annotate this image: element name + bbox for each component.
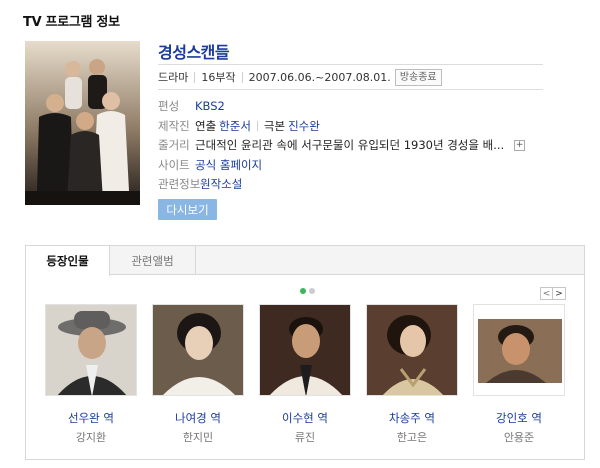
actor-photo-image	[260, 305, 350, 395]
cast-card[interactable]: 나여경 역 한지민	[152, 304, 244, 445]
plot-label: 줄거리	[158, 138, 190, 152]
carousel-dot[interactable]	[309, 288, 315, 294]
cast-photo[interactable]	[45, 304, 137, 396]
official-site-link[interactable]: 공식 홈페이지	[195, 157, 262, 173]
writer-link[interactable]: 진수완	[288, 118, 320, 134]
cast-role[interactable]: 강인호 역	[473, 410, 565, 426]
cast-actor[interactable]: 안용준	[473, 429, 565, 445]
cast-card[interactable]: 강인호 역 안용준	[473, 304, 565, 445]
next-arrow-icon[interactable]: >	[553, 287, 566, 300]
replay-button[interactable]: 다시보기	[158, 199, 217, 220]
network-link[interactable]: KBS2	[195, 99, 225, 113]
actress-photo-image	[367, 305, 457, 395]
related-label: 관련정보	[158, 177, 201, 191]
writer-label: 극본	[263, 118, 286, 133]
actress-photo-image	[153, 305, 243, 395]
divider	[256, 120, 258, 131]
program-poster[interactable]	[25, 41, 140, 205]
status-badge: 방송종료	[394, 68, 442, 86]
cast-photo[interactable]	[473, 304, 565, 396]
staff-label: 제작진	[158, 118, 190, 133]
divider	[194, 71, 196, 83]
expand-plus-icon[interactable]: +	[514, 139, 526, 151]
episode-count: 16부작	[201, 71, 236, 84]
cast-panel: 등장인물 관련앨범 < > 선우완 역 강지환 나여경 역 한지민 이수현 역 …	[25, 245, 585, 460]
related-novel-link[interactable]: 원작소설	[200, 176, 242, 192]
poster-image	[25, 41, 140, 205]
actor-photo-image	[46, 305, 136, 395]
divider	[241, 71, 243, 83]
cast-photo[interactable]	[152, 304, 244, 396]
cast-actor[interactable]: 강지환	[45, 429, 137, 445]
cast-actor[interactable]: 한지민	[152, 429, 244, 445]
cast-card[interactable]: 선우완 역 강지환	[45, 304, 137, 445]
cast-card[interactable]: 이수현 역 류진	[259, 304, 351, 445]
cast-role[interactable]: 나여경 역	[152, 410, 244, 426]
section-title: TV 프로그램 정보	[23, 15, 120, 30]
broadcast-dates: 2007.06.06.~2007.08.01.	[248, 70, 391, 84]
carousel-dot-active[interactable]	[300, 288, 306, 294]
genre: 드라마	[158, 71, 189, 84]
actor-photo-image	[474, 305, 564, 395]
director-link[interactable]: 한준서	[219, 118, 251, 134]
program-title[interactable]: 경성스캔들	[158, 39, 230, 63]
cast-role[interactable]: 이수현 역	[259, 410, 351, 426]
info-row-site: 사이트 공식 홈페이지	[158, 156, 558, 174]
cast-card[interactable]: 차송주 역 한고은	[366, 304, 458, 445]
info-row-network: 편성 KBS2	[158, 97, 558, 115]
plot-text: 근대적인 윤리관 속에 서구문물이 유입되던 1930년 경성을 배...	[195, 138, 505, 152]
carousel-pager: < >	[540, 287, 566, 300]
program-meta: 드라마 16부작 2007.06.06.~2007.08.01. 방송종료	[158, 64, 543, 90]
info-row-staff: 제작진 연출 한준서 극본 진수완	[158, 117, 558, 135]
network-label: 편성	[158, 99, 180, 113]
tab-characters[interactable]: 등장인물	[26, 246, 110, 276]
cast-actor[interactable]: 한고은	[366, 429, 458, 445]
cast-photo[interactable]	[259, 304, 351, 396]
info-row-related: 관련정보 원작소설	[158, 175, 558, 193]
carousel-indicator	[300, 288, 315, 294]
info-row-plot: 줄거리 근대적인 윤리관 속에 서구문물이 유입되던 1930년 경성을 배..…	[158, 136, 558, 154]
cast-actor[interactable]: 류진	[259, 429, 351, 445]
cast-photo[interactable]	[366, 304, 458, 396]
tab-related-album[interactable]: 관련앨범	[110, 246, 196, 275]
cast-role[interactable]: 차송주 역	[366, 410, 458, 426]
cast-role[interactable]: 선우완 역	[45, 410, 137, 426]
tab-bar: 등장인물 관련앨범	[26, 246, 584, 276]
prev-arrow-icon[interactable]: <	[540, 287, 553, 300]
director-label: 연출	[195, 118, 217, 133]
site-label: 사이트	[158, 157, 190, 172]
program-info: 편성 KBS2 제작진 연출 한준서 극본 진수완 줄거리 근대적인 윤리관 속…	[158, 97, 558, 195]
